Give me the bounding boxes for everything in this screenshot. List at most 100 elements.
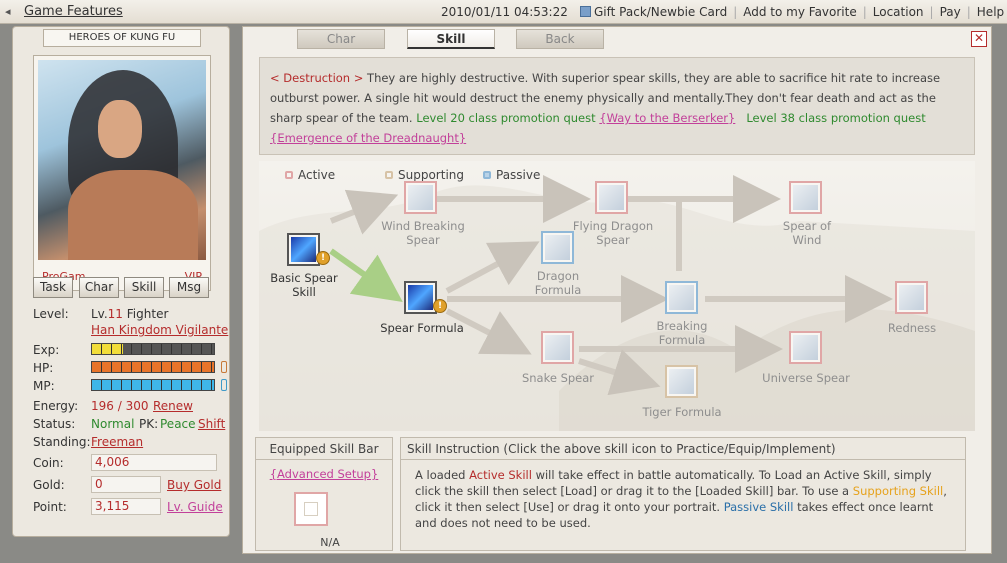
quest1-prefix: Level 20 class promotion quest xyxy=(416,111,596,125)
status-label: Status: xyxy=(33,417,76,431)
lv-guide-link[interactable]: Lv. Guide xyxy=(167,500,223,514)
legend-active-label: Active xyxy=(298,168,336,182)
add-favorite-link[interactable]: Add to my Favorite xyxy=(743,5,856,19)
portrait-body xyxy=(68,170,198,260)
portrait-frame: ProGam... VIP xyxy=(33,55,211,291)
standing-link[interactable]: Freeman xyxy=(91,435,143,449)
gift-icon xyxy=(580,6,591,17)
legend-active: Active xyxy=(285,168,335,182)
skill-tiger-formula[interactable] xyxy=(665,365,698,398)
standing-label: Standing: xyxy=(33,435,91,449)
link-separator: | xyxy=(733,5,738,19)
advanced-setup-link[interactable]: {Advanced Setup} xyxy=(270,467,379,481)
passive-skill-term: Passive Skill xyxy=(723,500,794,514)
skill-breaking-formula[interactable] xyxy=(665,281,698,314)
skill-flying-dragon-spear[interactable] xyxy=(595,181,628,214)
legend-passive-label: Passive xyxy=(496,168,541,182)
pay-link[interactable]: Pay xyxy=(940,5,961,19)
buy-gold-link[interactable]: Buy Gold xyxy=(167,478,221,492)
skill-spear-of-wind[interactable] xyxy=(789,181,822,214)
renew-link[interactable]: Renew xyxy=(153,399,193,413)
redness-icon xyxy=(899,285,924,310)
back-arrow-icon[interactable]: ◂ xyxy=(5,5,11,18)
upgrade-badge-icon[interactable]: ! xyxy=(316,251,330,265)
universe-spear-icon xyxy=(793,335,818,360)
tab-back-main[interactable]: Back xyxy=(516,29,604,49)
instruction-body: A loaded Active Skill will take effect i… xyxy=(401,460,965,538)
tab-task[interactable]: Task xyxy=(33,277,73,298)
skill-snake-spear[interactable] xyxy=(541,331,574,364)
skill-breaking-formula-label: Breaking Formula xyxy=(656,319,708,347)
pk-label: PK: xyxy=(139,417,159,431)
skill-panel: Char Skill Back ✕ < Destruction > They a… xyxy=(242,26,992,554)
skill-spear-formula[interactable]: ! xyxy=(404,281,447,314)
spear-formula-icon xyxy=(408,285,433,310)
energy-label: Energy: xyxy=(33,399,79,413)
energy-value: 196 / 300 xyxy=(91,399,149,413)
instruction-text: A loaded xyxy=(415,468,470,482)
close-icon[interactable]: ✕ xyxy=(971,31,987,47)
upgrade-badge-icon[interactable]: ! xyxy=(433,299,447,313)
location-link[interactable]: Location xyxy=(873,5,924,19)
status-value: Normal xyxy=(91,417,135,431)
breaking-formula-icon xyxy=(669,285,694,310)
legend-supporting: Supporting xyxy=(385,168,464,182)
level-number: 11 xyxy=(107,307,123,321)
tab-skill-main[interactable]: Skill xyxy=(407,29,495,49)
active-skill-term: Active Skill xyxy=(469,468,532,482)
instruction-header: Skill Instruction (Click the above skill… xyxy=(401,438,965,460)
tab-char-main[interactable]: Char xyxy=(297,29,385,49)
shift-link[interactable]: Shift xyxy=(198,417,225,431)
skill-basic-spear-label: Basic Spear Skill xyxy=(270,271,338,299)
exp-label: Exp: xyxy=(33,343,60,357)
top-links: Gift Pack/Newbie Card | Add to my Favorite… xyxy=(580,5,1007,19)
pk-value: Peace xyxy=(160,417,196,431)
game-features-link[interactable]: Game Features xyxy=(24,4,123,19)
skill-spear-formula-label: Spear Formula xyxy=(380,321,464,335)
skill-snake-spear-label: Snake Spear xyxy=(521,371,595,385)
tab-msg[interactable]: Msg xyxy=(169,277,209,298)
skill-universe-spear[interactable] xyxy=(789,331,822,364)
point-label: Point: xyxy=(33,500,67,514)
mp-potion-icon[interactable] xyxy=(221,379,227,391)
hp-label: HP: xyxy=(33,361,54,375)
help-link[interactable]: Help xyxy=(977,5,1004,19)
skill-instruction-panel: Skill Instruction (Click the above skill… xyxy=(400,437,966,551)
tab-char[interactable]: Char xyxy=(79,277,119,298)
gold-label: Gold: xyxy=(33,478,65,492)
skill-redness-label: Redness xyxy=(887,321,937,335)
link-separator: | xyxy=(929,5,934,19)
link-separator: | xyxy=(966,5,971,19)
tab-skill[interactable]: Skill xyxy=(124,277,164,298)
equipped-skill-slot[interactable] xyxy=(294,492,328,526)
legend-passive: Passive xyxy=(483,168,540,182)
hp-potion-icon[interactable] xyxy=(221,361,227,373)
portrait-face xyxy=(98,100,142,158)
title-link[interactable]: Han Kingdom Vigilante xyxy=(91,323,228,337)
server-datetime: 2010/01/11 04:53:22 xyxy=(441,5,568,19)
skill-redness[interactable] xyxy=(895,281,928,314)
gift-pack-link[interactable]: Gift Pack/Newbie Card xyxy=(594,5,727,19)
flying-dragon-icon xyxy=(599,185,624,210)
quest1-link[interactable]: {Way to the Berserker} xyxy=(599,111,735,125)
skill-dragon-formula[interactable] xyxy=(541,231,574,264)
skill-spear-of-wind-label: Spear of Wind xyxy=(782,219,832,247)
skill-flying-dragon-label: Flying Dragon Spear xyxy=(572,219,654,247)
panel-title: HEROES OF KUNG FU xyxy=(43,29,201,47)
quest2-link[interactable]: {Emergence of the Dreadnaught} xyxy=(270,131,466,145)
skill-wind-breaking-label: Wind Breaking Spear xyxy=(381,219,465,247)
skill-tiger-formula-label: Tiger Formula xyxy=(642,405,722,419)
level-label: Level: xyxy=(33,307,69,321)
skill-wind-breaking-spear[interactable] xyxy=(404,181,437,214)
bar-segments xyxy=(92,344,214,354)
level-value: Lv.11 Fighter xyxy=(91,307,168,321)
snake-spear-icon xyxy=(545,335,570,360)
dragon-formula-icon xyxy=(545,235,570,260)
point-value: 3,115 xyxy=(91,498,161,515)
basic-spear-icon xyxy=(291,237,316,262)
advanced-setup: {Advanced Setup} xyxy=(256,467,392,481)
passive-legend-dot xyxy=(483,171,491,179)
active-legend-dot xyxy=(285,171,293,179)
character-portrait[interactable] xyxy=(38,60,206,260)
skill-basic-spear[interactable]: ! xyxy=(287,233,330,266)
